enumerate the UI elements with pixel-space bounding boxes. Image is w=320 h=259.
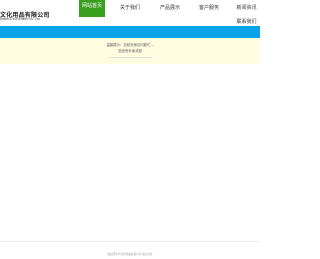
notice-line-2[interactable]: 您还有未读消息 [0, 48, 260, 53]
nav-products[interactable]: 产品展示 [154, 3, 186, 14]
site-header: 文化用品有限公司 WENHUA STATIONERY CO., LTD 网站首页… [0, 0, 260, 25]
company-logo-english: WENHUA STATIONERY CO., LTD [0, 18, 41, 21]
nav-home[interactable]: 网站首页 [79, 0, 105, 17]
notice-line-1: 温馨提示：当前页面访问繁忙... [106, 43, 154, 47]
notice-divider [108, 57, 152, 58]
nav-about[interactable]: 关于我们 [115, 3, 145, 14]
banner-bar [0, 26, 260, 38]
footer-copyright: 版权所有©文化用品有限公司 技术支持 [107, 253, 153, 256]
notice-panel: 温馨提示：当前页面访问繁忙... 您还有未读消息 [0, 38, 260, 64]
nav-service[interactable]: 客户服务 [194, 3, 224, 14]
footer-divider [0, 241, 260, 242]
nav-news[interactable]: 新闻资讯 [233, 3, 260, 14]
page: 文化用品有限公司 WENHUA STATIONERY CO., LTD 网站首页… [0, 0, 260, 259]
